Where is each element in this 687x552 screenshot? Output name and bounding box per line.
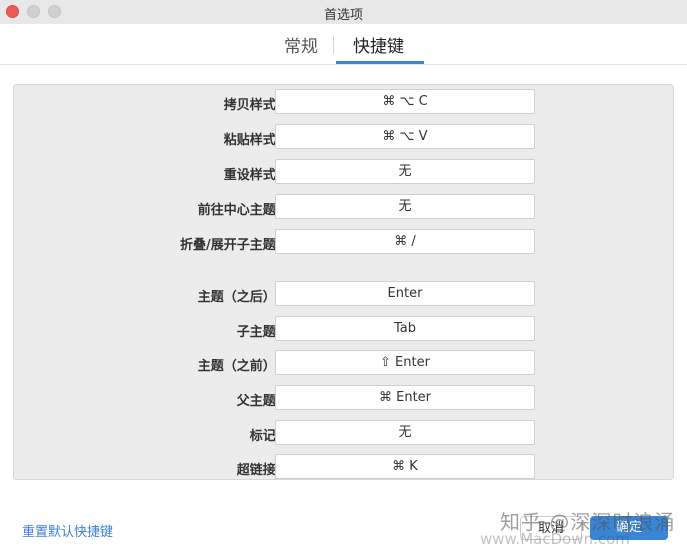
- tab-general[interactable]: 常规: [284, 32, 318, 57]
- shortcut-field-parent-topic[interactable]: ⌘ Enter: [275, 385, 535, 410]
- tab-shortcuts[interactable]: 快捷键: [353, 32, 404, 57]
- shortcut-field-topic-before[interactable]: ⇧ Enter: [275, 350, 535, 375]
- shortcut-label: 主题（之前）:: [197, 359, 281, 374]
- window-title: 首选项: [323, 8, 363, 23]
- shortcut-label: 粘贴样式:: [223, 133, 281, 148]
- preferences-window: 首选项 常规 快捷键 拷贝样式: ⌘ ⌥ C 粘贴样式: ⌘ ⌥ V 重设样式:…: [0, 0, 687, 552]
- tab-separator: [333, 36, 334, 54]
- shortcut-field-go-to-central-topic[interactable]: 无: [275, 194, 535, 219]
- shortcut-row-parent-topic: 父主题: ⌘ Enter: [14, 385, 675, 411]
- shortcut-row-subtopic: 子主题: Tab: [14, 316, 675, 342]
- shortcut-row-collapse-expand: 折叠/展开子主题: ⌘ /: [14, 229, 675, 255]
- shortcut-field-collapse-expand[interactable]: ⌘ /: [275, 229, 535, 254]
- shortcut-label: 折叠/展开子主题:: [180, 238, 281, 253]
- title-bar: 首选项: [0, 0, 687, 24]
- shortcuts-panel: 拷贝样式: ⌘ ⌥ C 粘贴样式: ⌘ ⌥ V 重设样式: 无 前往中心主题: …: [13, 84, 674, 480]
- shortcut-field-subtopic[interactable]: Tab: [275, 316, 535, 341]
- tab-bar: 常规 快捷键: [0, 24, 687, 65]
- shortcut-row-topic-before: 主题（之前）: ⇧ Enter: [14, 350, 675, 376]
- shortcut-field-copy-style[interactable]: ⌘ ⌥ C: [275, 89, 535, 114]
- shortcut-field-topic-after[interactable]: Enter: [275, 281, 535, 306]
- shortcut-row-copy-style: 拷贝样式: ⌘ ⌥ C: [14, 89, 675, 115]
- shortcut-row-reset-style: 重设样式: 无: [14, 159, 675, 185]
- ok-button[interactable]: 确定: [590, 516, 668, 540]
- shortcut-row-hyperlink: 超链接: ⌘ K: [14, 454, 675, 480]
- cancel-button[interactable]: 取消: [520, 516, 582, 540]
- shortcut-label: 主题（之后）:: [197, 290, 281, 305]
- shortcut-field-paste-style[interactable]: ⌘ ⌥ V: [275, 124, 535, 149]
- shortcut-label: 前往中心主题:: [197, 203, 281, 218]
- shortcut-row-go-to-central-topic: 前往中心主题: 无: [14, 194, 675, 220]
- shortcut-label: 重设样式:: [223, 168, 281, 183]
- active-tab-indicator: [336, 61, 424, 64]
- shortcut-field-hyperlink[interactable]: ⌘ K: [275, 454, 535, 479]
- shortcut-row-paste-style: 粘贴样式: ⌘ ⌥ V: [14, 124, 675, 150]
- shortcut-field-reset-style[interactable]: 无: [275, 159, 535, 184]
- shortcut-row-marker: 标记: 无: [14, 420, 675, 446]
- shortcut-label: 拷贝样式:: [223, 98, 281, 113]
- reset-default-shortcuts-link[interactable]: 重置默认快捷键: [22, 521, 113, 540]
- shortcut-field-marker[interactable]: 无: [275, 420, 535, 445]
- shortcut-row-topic-after: 主题（之后）: Enter: [14, 281, 675, 307]
